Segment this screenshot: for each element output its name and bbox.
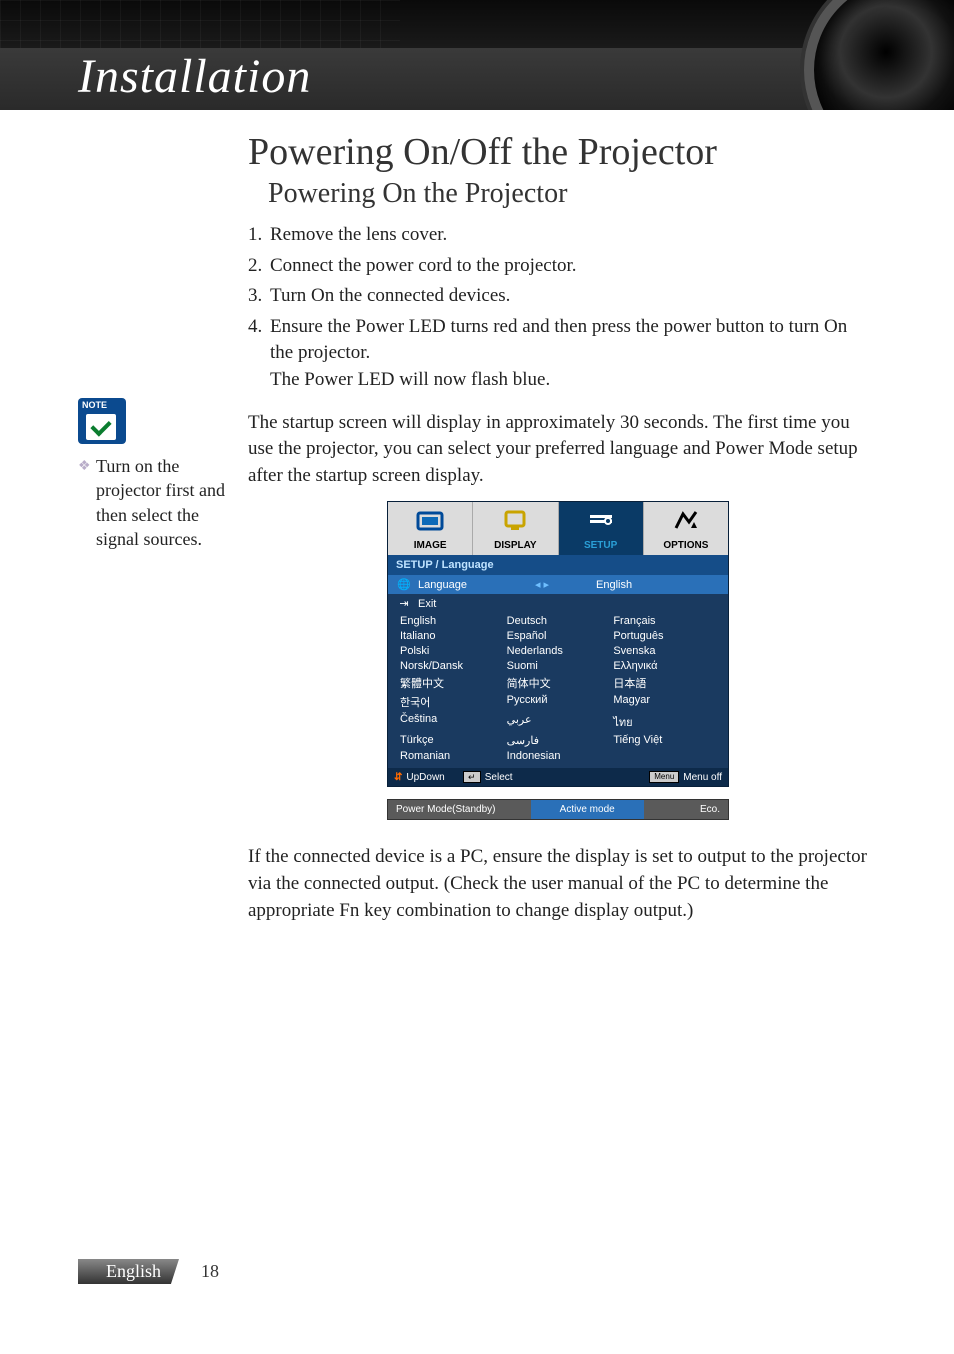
step-item: 2. Connect the power cord to the project… xyxy=(248,253,868,280)
lang-option[interactable]: Norsk/Dansk xyxy=(400,660,503,672)
lang-option[interactable]: Polski xyxy=(400,645,503,657)
diamond-bullet-icon: ❖ xyxy=(78,454,96,551)
heading-2: Powering On the Projector xyxy=(268,178,868,210)
sidebar-tip: ❖ Turn on the projector first and then s… xyxy=(78,454,240,551)
lang-option[interactable]: English xyxy=(400,615,503,627)
tab-display[interactable]: DISPLAY xyxy=(473,502,558,555)
options-icon xyxy=(671,508,701,538)
page-header: Installation xyxy=(0,0,954,110)
enter-key-icon: ↵ xyxy=(463,771,481,783)
display-icon xyxy=(500,508,530,538)
tab-setup[interactable]: SETUP xyxy=(559,502,644,555)
osd-footer: ⇵ UpDown ↵ Select Menu Menu off xyxy=(388,768,728,786)
power-mode-active[interactable]: Active mode xyxy=(531,800,644,819)
paragraph: If the connected device is a PC, ensure … xyxy=(248,844,868,924)
lang-option[interactable]: Türkçe xyxy=(400,734,503,747)
osd-row-language[interactable]: 🌐 Language ◂ ▸ English xyxy=(388,575,728,594)
lang-option[interactable]: Magyar xyxy=(613,694,716,710)
lang-option[interactable]: 한국어 xyxy=(400,694,503,710)
lang-option[interactable]: Deutsch xyxy=(507,615,610,627)
setup-icon xyxy=(586,508,616,538)
globe-icon: 🌐 xyxy=(396,578,412,591)
power-mode-eco[interactable]: Eco. xyxy=(644,800,728,819)
updown-icon: ⇵ xyxy=(394,772,402,783)
lang-option[interactable]: 繁體中文 xyxy=(400,675,503,691)
osd-language-grid: English Deutsch Français Italiano Españo… xyxy=(388,613,728,768)
menu-key-icon: Menu xyxy=(649,771,679,783)
osd-breadcrumb: SETUP / Language xyxy=(388,555,728,575)
lang-option[interactable]: Indonesian xyxy=(507,750,610,762)
footer-updown: ⇵ UpDown xyxy=(394,771,445,783)
image-icon xyxy=(415,508,445,538)
footer-select: ↵ Select xyxy=(463,771,513,783)
note-icon: NOTE xyxy=(78,398,126,444)
lang-option[interactable]: Svenska xyxy=(613,645,716,657)
exit-icon: ⇥ xyxy=(396,597,412,610)
tab-image[interactable]: IMAGE xyxy=(388,502,473,555)
lang-option[interactable]: Čeština xyxy=(400,713,503,731)
step-item: 4. Ensure the Power LED turns red and th… xyxy=(248,314,868,394)
page-number: 18 xyxy=(179,1261,219,1282)
lang-option[interactable]: 日本語 xyxy=(613,675,716,691)
osd-tabs: IMAGE DISPLAY SETUP xyxy=(388,502,728,555)
lang-option[interactable]: Español xyxy=(507,630,610,642)
page-footer: English 18 xyxy=(78,1259,219,1284)
lang-option[interactable]: Italiano xyxy=(400,630,503,642)
checkmark-icon xyxy=(86,414,116,440)
lang-option[interactable]: Nederlands xyxy=(507,645,610,657)
lang-option[interactable]: Français xyxy=(613,615,716,627)
step-item: 3. Turn On the connected devices. xyxy=(248,283,868,310)
lang-option[interactable]: Ελληνικά xyxy=(613,660,716,672)
lang-option[interactable]: ไทย xyxy=(613,713,716,731)
lang-option[interactable]: 简体中文 xyxy=(507,675,610,691)
section-title: Installation xyxy=(78,49,311,104)
lang-option[interactable]: Suomi xyxy=(507,660,610,672)
step-item: 1. Remove the lens cover. xyxy=(248,222,868,249)
lens-decoration xyxy=(804,0,954,110)
power-mode-label: Power Mode(Standby) xyxy=(388,800,531,819)
lang-option[interactable]: Português xyxy=(613,630,716,642)
osd-menu: IMAGE DISPLAY SETUP xyxy=(387,501,729,787)
footer-menuoff: Menu Menu off xyxy=(649,771,722,783)
lang-option[interactable]: Русский xyxy=(507,694,610,710)
main-content: Powering On/Off the Projector Powering O… xyxy=(248,130,868,924)
left-right-arrows-icon: ◂ ▸ xyxy=(528,578,556,591)
lang-option[interactable]: Tiếng Việt xyxy=(613,734,716,747)
lang-option[interactable]: عربي xyxy=(507,713,610,731)
paragraph: The startup screen will display in appro… xyxy=(248,410,868,490)
heading-1: Powering On/Off the Projector xyxy=(248,130,868,174)
osd-screenshot: IMAGE DISPLAY SETUP xyxy=(387,501,729,820)
lang-option[interactable]: فارسی xyxy=(507,734,610,747)
tab-options[interactable]: OPTIONS xyxy=(644,502,728,555)
footer-language: English xyxy=(78,1259,179,1284)
lang-option[interactable]: Romanian xyxy=(400,750,503,762)
osd-power-mode: Power Mode(Standby) Active mode Eco. xyxy=(387,799,729,820)
sidebar-note: NOTE ❖ Turn on the projector first and t… xyxy=(78,398,240,551)
osd-row-exit[interactable]: ⇥ Exit xyxy=(388,594,728,613)
